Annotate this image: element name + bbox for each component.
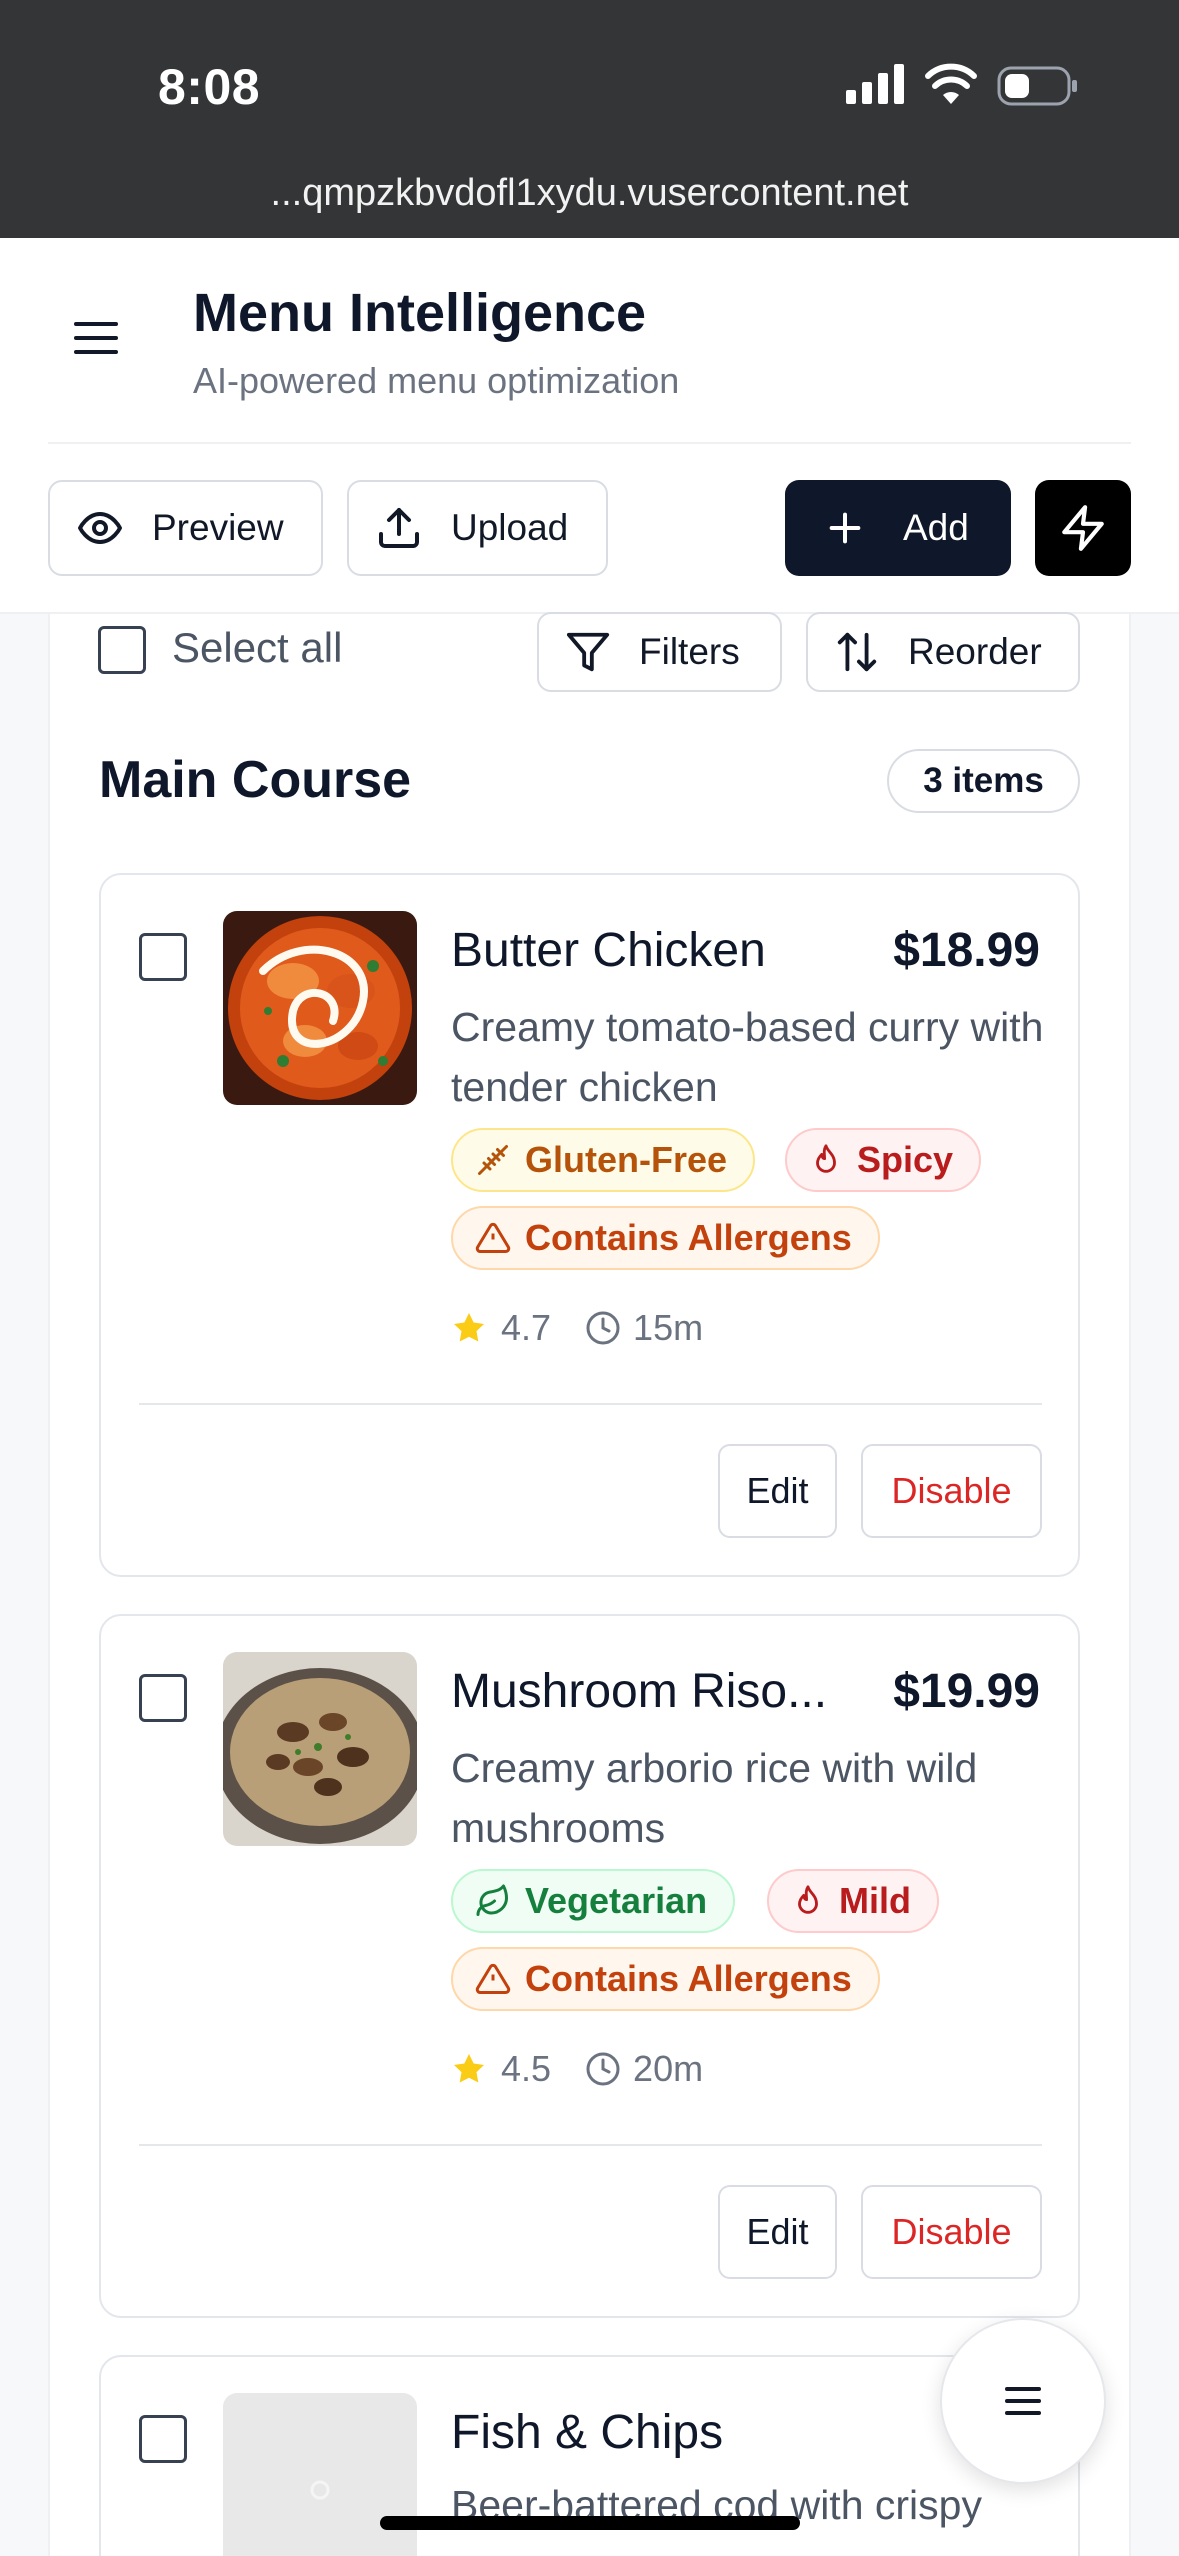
preview-button[interactable]: Preview	[48, 480, 323, 576]
select-all-checkbox[interactable]	[98, 626, 146, 674]
filters-label: Filters	[639, 631, 740, 672]
hamburger-menu-icon[interactable]	[74, 322, 118, 358]
item-name: Fish & Chips	[451, 2406, 724, 2459]
edit-button[interactable]: Edit	[718, 2185, 837, 2279]
leaf-icon	[476, 1884, 508, 1916]
wifi-icon	[925, 63, 977, 104]
item-rating: 4.5	[501, 2048, 552, 2089]
tag-label: Mild	[839, 1880, 911, 1921]
menu-item-card: Butter Chicken $18.99 Creamy tomato-base…	[99, 873, 1080, 1577]
flame-icon	[798, 1885, 818, 1914]
header-divider	[48, 442, 1131, 444]
upload-icon	[379, 508, 419, 548]
tag-label: Spicy	[857, 1139, 954, 1180]
item-meta: 4.5 20m	[451, 2048, 703, 2090]
clock-icon	[586, 1311, 620, 1345]
warning-triangle-icon	[475, 1963, 511, 1994]
item-checkbox[interactable]	[139, 1674, 187, 1722]
tag-vegetarian: Vegetarian	[451, 1869, 736, 1933]
lightning-bolt-icon	[1062, 505, 1104, 551]
page-subtitle: AI-powered menu optimization	[193, 360, 680, 401]
edit-button[interactable]: Edit	[718, 1444, 837, 1538]
eye-icon	[78, 512, 122, 544]
status-bar: 8:08 ...qmpzkbvdofl1xydu.vusercontent.ne…	[0, 0, 1179, 238]
item-count-badge: 3 items	[887, 749, 1080, 813]
upload-button[interactable]: Upload	[347, 480, 608, 576]
item-rating: 4.7	[501, 1307, 552, 1348]
cellular-signal-icon	[846, 64, 904, 104]
ai-optimize-button[interactable]	[1035, 480, 1131, 576]
item-meta: 4.7 15m	[451, 1307, 703, 1349]
flame-icon	[816, 1144, 836, 1173]
star-icon	[454, 2054, 484, 2083]
tag-mild: Mild	[767, 1869, 939, 1933]
menu-item-card: Mushroom Riso... $19.99 Creamy arborio r…	[99, 1614, 1080, 2318]
clock: 8:08	[158, 59, 261, 115]
tag-label: Contains Allergens	[525, 1217, 852, 1258]
card-divider	[139, 1403, 1042, 1405]
tag-label: Vegetarian	[525, 1880, 708, 1921]
tag-spicy: Spicy	[785, 1128, 982, 1192]
add-button[interactable]: Add	[785, 480, 1011, 576]
item-image	[223, 1652, 417, 1846]
select-all-label[interactable]: Select all	[172, 624, 342, 672]
reorder-label: Reorder	[908, 631, 1042, 672]
item-checkbox[interactable]	[139, 933, 187, 981]
star-icon	[454, 1313, 484, 1342]
hamburger-icon	[1005, 2387, 1041, 2415]
add-label: Add	[903, 507, 969, 548]
tag-gluten-free: Gluten-Free	[451, 1128, 756, 1192]
item-image	[223, 911, 417, 1105]
tag-label: Gluten-Free	[525, 1139, 728, 1180]
preview-label: Preview	[152, 507, 284, 548]
item-image-placeholder	[223, 2393, 417, 2556]
card-divider	[139, 2144, 1042, 2146]
item-prep-time: 20m	[633, 2048, 704, 2089]
sort-arrows-icon	[837, 632, 877, 672]
upload-label: Upload	[451, 507, 569, 548]
clock-icon	[586, 2052, 620, 2086]
item-checkbox[interactable]	[139, 2415, 187, 2463]
tag-contains-allergens: Contains Allergens	[451, 1206, 880, 1270]
wheat-off-icon	[478, 1145, 508, 1175]
home-indicator[interactable]	[380, 2516, 800, 2530]
item-prep-time: 15m	[633, 1307, 704, 1348]
filters-button[interactable]: Filters	[537, 612, 782, 692]
battery-icon	[997, 66, 1077, 106]
item-name: Mushroom Riso...	[451, 1665, 828, 1718]
plus-icon	[829, 512, 861, 544]
item-description: Creamy tomato-based curry with tender ch…	[451, 1004, 1044, 1110]
item-description: Creamy arborio rice with wild mushrooms	[451, 1745, 978, 1851]
page-title: Menu Intelligence	[193, 283, 647, 343]
disable-button[interactable]: Disable	[861, 2185, 1042, 2279]
filter-icon	[566, 632, 610, 672]
warning-triangle-icon	[475, 1222, 511, 1253]
item-price: $18.99	[893, 924, 1040, 977]
item-name: Butter Chicken	[451, 924, 766, 977]
section-title: Main Course	[99, 751, 412, 809]
url-bar[interactable]: ...qmpzkbvdofl1xydu.vusercontent.net	[0, 172, 1179, 215]
tag-contains-allergens: Contains Allergens	[451, 1947, 880, 2011]
reorder-button[interactable]: Reorder	[806, 612, 1080, 692]
item-price: $19.99	[893, 1665, 1040, 1718]
disable-button[interactable]: Disable	[861, 1444, 1042, 1538]
tag-label: Contains Allergens	[525, 1958, 852, 1999]
floating-menu-button[interactable]	[940, 2318, 1106, 2484]
